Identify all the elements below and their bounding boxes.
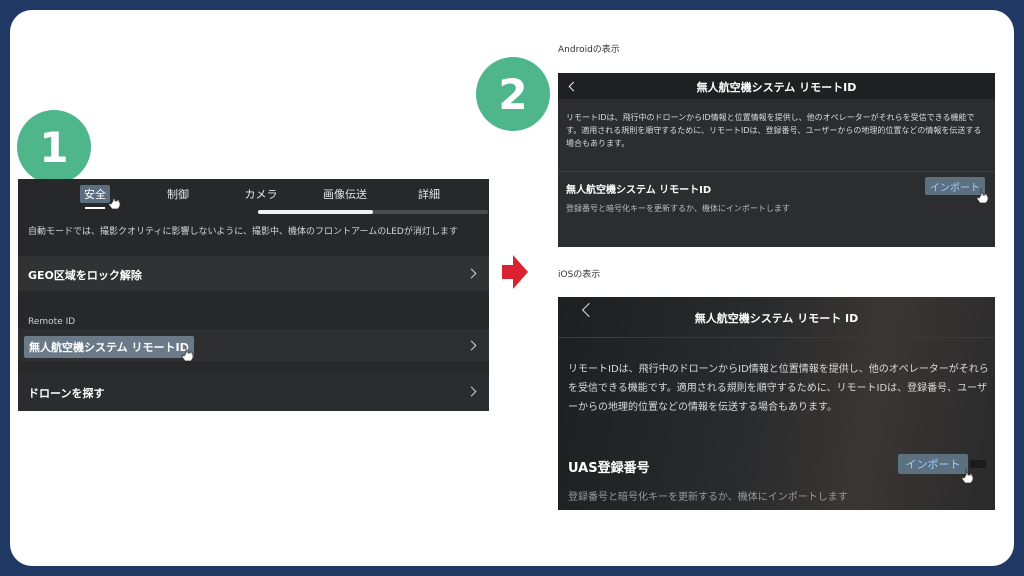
ios-title: 無人航空機システム リモート ID [694, 312, 859, 325]
tab-control[interactable]: 制御 [163, 185, 193, 203]
chevron-right-icon [466, 386, 477, 397]
android-caption: Androidの表示 [558, 45, 620, 55]
find-drone-row[interactable]: ドローンを探す [18, 373, 489, 411]
tutorial-card: 1 安全 制御 カメラ 画像伝送 詳細 自動モードでは、撮影クオリティに影響しな… [10, 10, 1014, 566]
step-1-badge: 1 [17, 110, 91, 184]
hand-cursor-icon [108, 194, 121, 209]
hand-cursor-icon [181, 346, 194, 361]
android-title: 無人航空機システム リモートID [696, 81, 857, 94]
ios-section-title: UAS登録番号 [568, 461, 650, 476]
divider [558, 337, 995, 338]
ios-caption: iOSの表示 [558, 270, 601, 280]
scroll-progress-bar[interactable] [258, 210, 488, 214]
settings-tabs: 安全 制御 カメラ 画像伝送 詳細 [18, 179, 489, 207]
step-2-number: 2 [498, 69, 528, 119]
android-remote-id-screen: 無人航空機システム リモートID リモートIDは、飛行中のドローンからID情報と… [558, 73, 995, 247]
hand-cursor-icon [961, 468, 974, 483]
tab-camera[interactable]: カメラ [241, 185, 282, 203]
hand-cursor-icon [976, 188, 989, 203]
safety-settings-panel: 安全 制御 カメラ 画像伝送 詳細 自動モードでは、撮影クオリティに影響しないよ… [18, 179, 489, 411]
chevron-right-icon [466, 268, 477, 279]
active-tab-indicator [85, 207, 105, 209]
find-drone-label: ドローンを探す [28, 387, 105, 400]
android-sub-text: 登録番号と暗号化キーを更新するか、機体にインポートします [566, 204, 790, 213]
tab-transmission[interactable]: 画像伝送 [319, 185, 371, 203]
step-2-badge: 2 [476, 57, 550, 131]
divider [558, 171, 995, 172]
ios-import-button[interactable]: インポート [898, 454, 968, 474]
ios-sub-text: 登録番号と暗号化キーを更新するか、機体にインポートします [568, 492, 848, 503]
ios-remote-id-screen: 無人航空機システム リモート ID リモートIDは、飛行中のドローンからID情報… [558, 297, 995, 510]
ios-description: リモートIDは、飛行中のドローンからID情報と位置情報を提供し、他のオペレーター… [568, 364, 989, 413]
remote-id-label: 無人航空機システム リモートID [24, 336, 194, 358]
led-note: 自動モードでは、撮影クオリティに影響しないように、撮影中、機体のフロントアームの… [28, 227, 458, 237]
right-arrow-icon [502, 255, 528, 289]
geo-unlock-row[interactable]: GEO区域をロック解除 [18, 256, 489, 291]
scroll-progress-fill [258, 210, 373, 214]
android-section-title: 無人航空機システム リモートID [566, 185, 712, 196]
tab-safety[interactable]: 安全 [80, 185, 110, 203]
android-header: 無人航空機システム リモートID [558, 73, 995, 99]
remote-id-row[interactable]: 無人航空機システム リモートID [18, 329, 489, 361]
remote-id-section-label: Remote ID [28, 317, 76, 327]
chevron-right-icon [466, 340, 477, 351]
step-1-number: 1 [39, 122, 69, 172]
tab-details[interactable]: 詳細 [414, 185, 444, 203]
android-description: リモートIDは、飛行中のドローンからID情報と位置情報を提供し、他のオペレーター… [566, 113, 982, 148]
geo-unlock-label: GEO区域をロック解除 [28, 269, 142, 282]
